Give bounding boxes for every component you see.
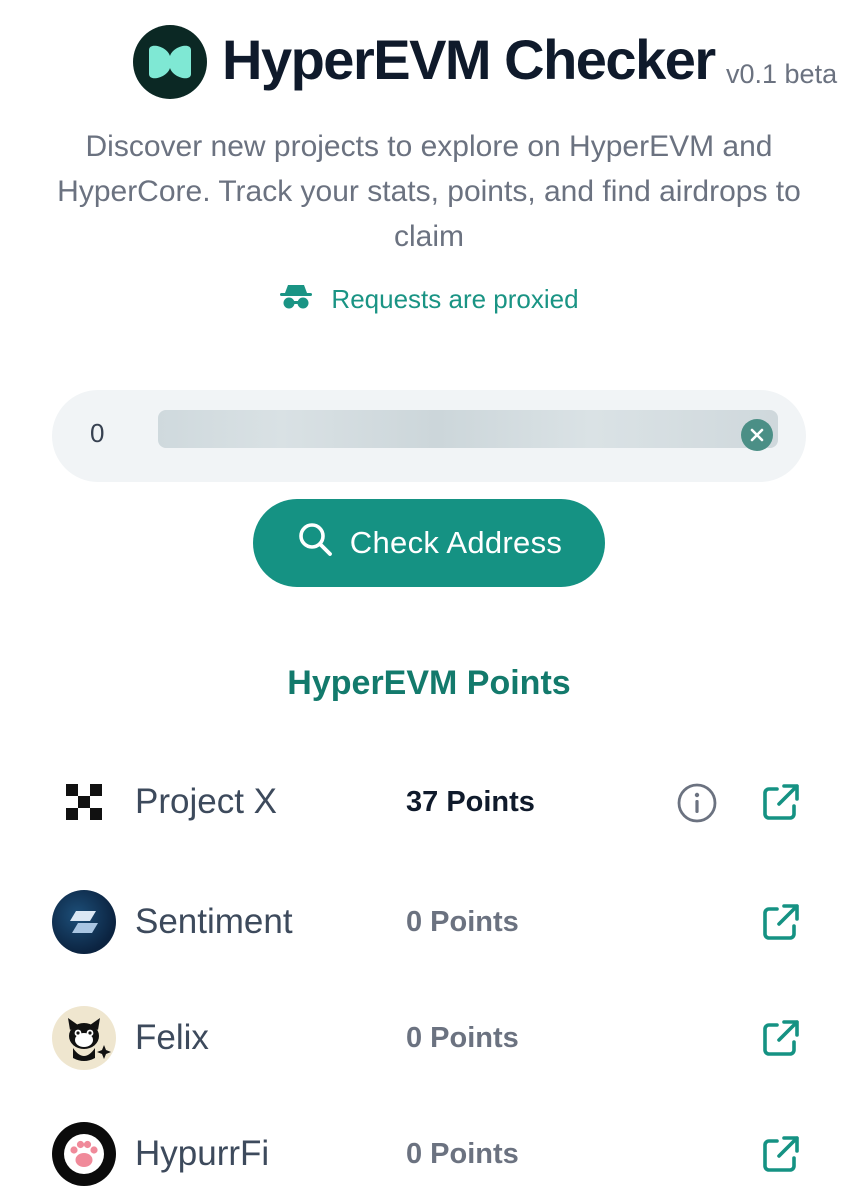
hyperevm-logo [133, 25, 207, 99]
external-link-icon[interactable] [760, 1133, 802, 1175]
project-points: 0 Points [406, 1138, 519, 1170]
external-link-icon[interactable] [760, 901, 802, 943]
search-icon [296, 520, 334, 566]
check-address-label: Check Address [349, 525, 563, 560]
sentiment-logo [52, 890, 116, 954]
project-x-logo [52, 770, 116, 834]
project-points: 37 Points [406, 786, 535, 818]
project-row-felix: Felix 0 Points [0, 1003, 858, 1073]
proxy-notice: Requests are proxied [0, 282, 858, 317]
project-row-hypurrfi: HypurrFi 0 Points [0, 1119, 858, 1189]
project-name: Felix [135, 1018, 209, 1057]
project-name: Project X [135, 782, 277, 821]
project-name: HypurrFi [135, 1134, 270, 1173]
address-input[interactable]: 0 [52, 390, 806, 482]
section-title: HyperEVM Points [287, 664, 571, 702]
info-icon[interactable] [676, 782, 718, 824]
close-icon [750, 428, 764, 442]
app-description: Discover new projects to explore on Hype… [57, 130, 801, 253]
app-header: HyperEVM Checker v0.1 beta [0, 22, 858, 102]
proxy-label: Requests are proxied [331, 284, 579, 314]
felix-logo [52, 1006, 116, 1070]
app-title: HyperEVM Checker [222, 28, 716, 91]
project-row-project-x: Project X 37 Points [0, 767, 858, 837]
clear-input-button[interactable] [741, 419, 773, 451]
project-row-sentiment: Sentiment 0 Points [0, 887, 858, 957]
incognito-icon [279, 282, 313, 317]
external-link-icon[interactable] [760, 1017, 802, 1059]
version-label: v0.1 beta [726, 59, 838, 89]
external-link-icon[interactable] [760, 781, 802, 823]
check-address-button[interactable]: Check Address [253, 499, 605, 587]
redacted-address-blur [158, 410, 778, 448]
project-name: Sentiment [135, 902, 293, 941]
page: HyperEVM Checker v0.1 beta Discover new … [0, 0, 858, 1200]
project-points: 0 Points [406, 1022, 519, 1054]
project-points: 0 Points [406, 906, 519, 938]
hypurrfi-logo [52, 1122, 116, 1186]
